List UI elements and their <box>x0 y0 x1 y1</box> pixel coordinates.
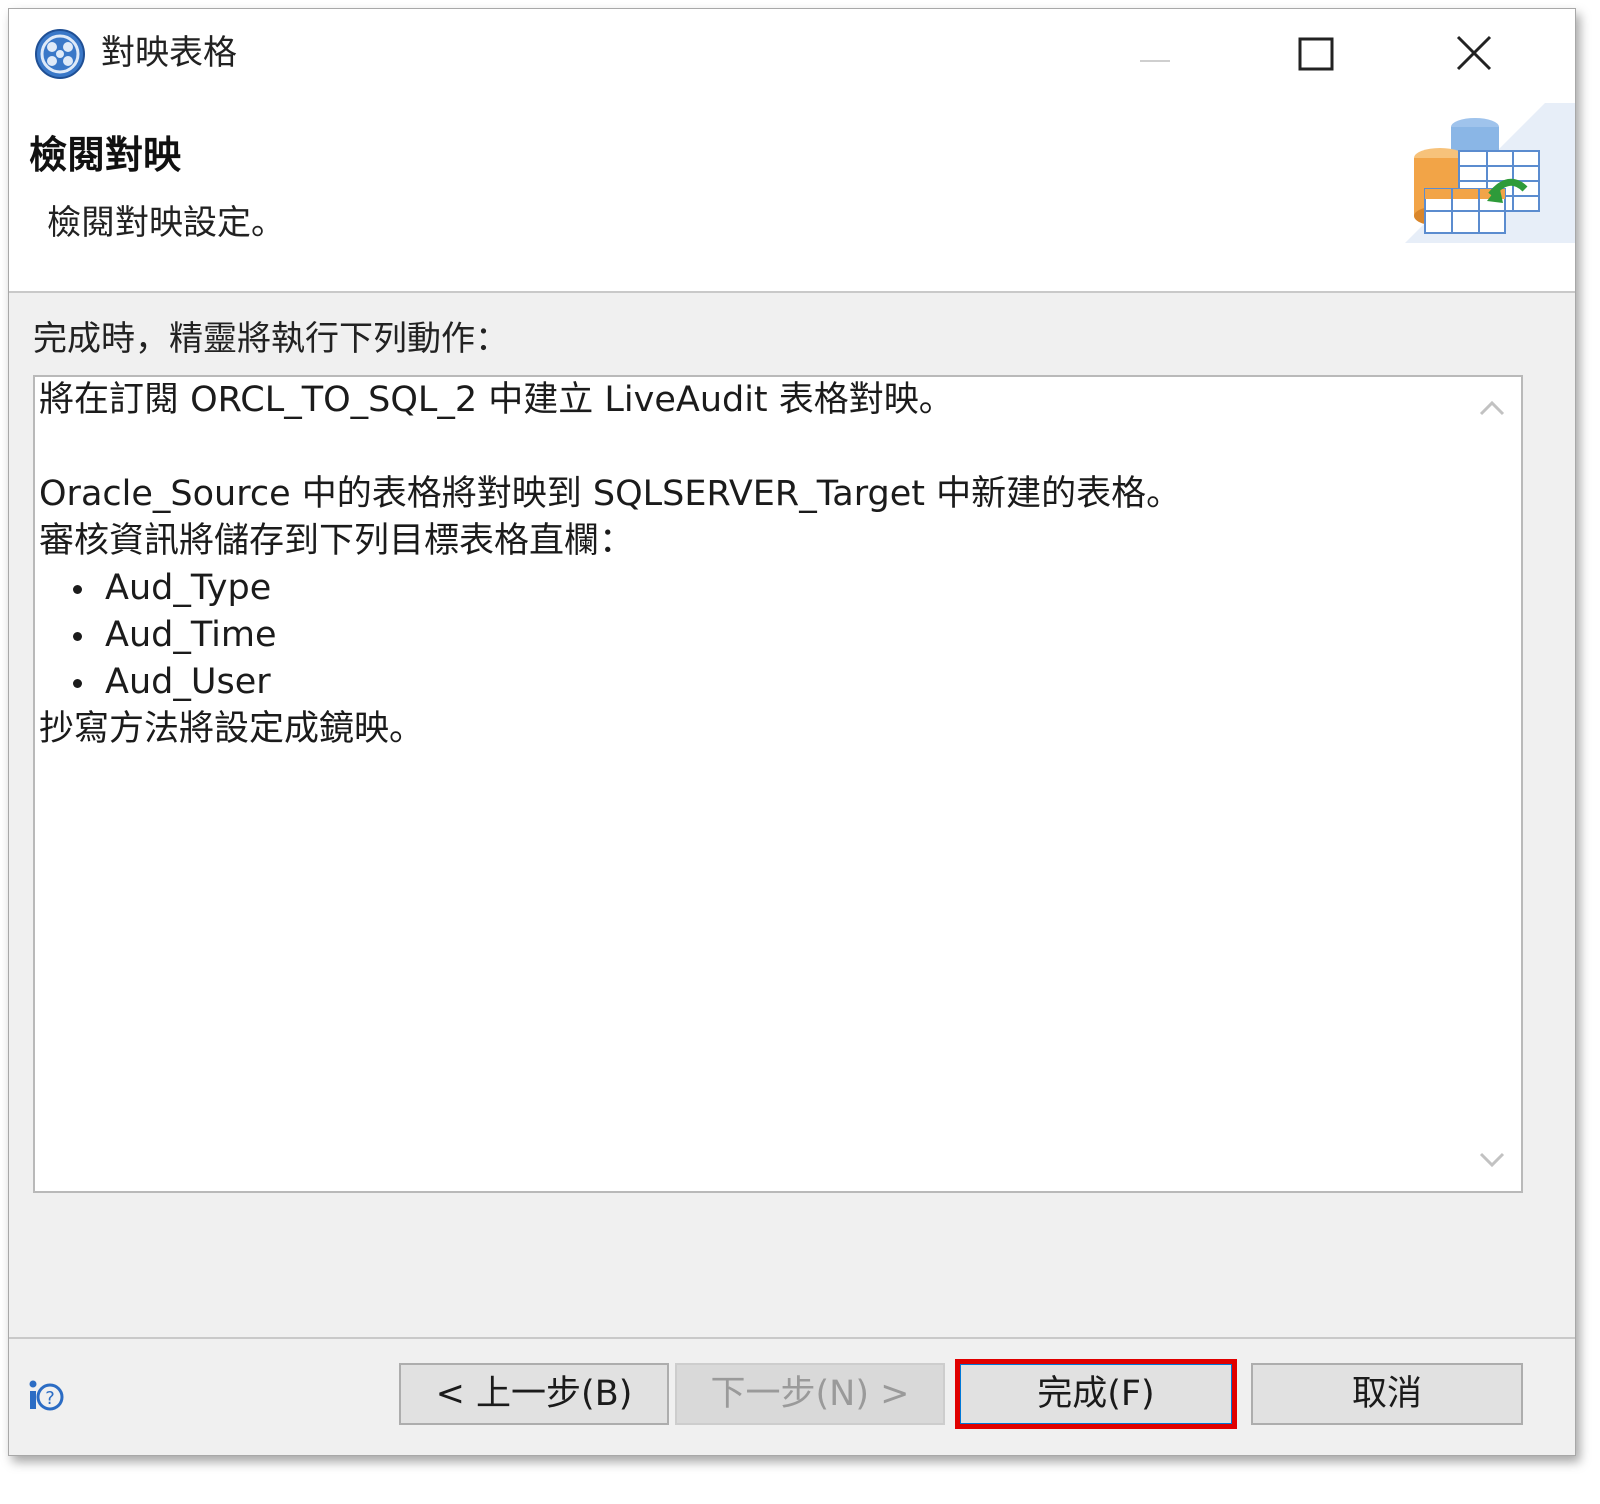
next-button[interactable]: 下一步(N) > <box>675 1363 945 1425</box>
cancel-button[interactable]: 取消 <box>1251 1363 1523 1425</box>
maximize-icon <box>1298 37 1334 71</box>
summary-content: 將在訂閱 ORCL_TO_SQL_2 中建立 LiveAudit 表格對映。 O… <box>39 377 1461 1191</box>
close-button[interactable] <box>1434 23 1514 83</box>
chevron-up-icon[interactable] <box>1477 393 1507 423</box>
summary-line-replication-method: 抄寫方法將設定成鏡映。 <box>39 709 425 749</box>
summary-line-mapping: Oracle_Source 中的表格將對映到 SQLSERVER_Target … <box>39 474 1182 514</box>
list-item: Aud_User <box>73 659 1461 706</box>
vertical-scrollbar[interactable] <box>1463 377 1521 1191</box>
summary-line-subscription: 將在訂閱 ORCL_TO_SQL_2 中建立 LiveAudit 表格對映。 <box>39 380 954 420</box>
audit-column-list: Aud_Type Aud_Time Aud_User <box>39 565 1461 706</box>
summary-text-area[interactable]: 將在訂閱 ORCL_TO_SQL_2 中建立 LiveAudit 表格對映。 O… <box>33 375 1523 1193</box>
page-description: 檢閱對映設定。 <box>47 203 285 243</box>
list-item: Aud_Type <box>73 565 1461 612</box>
actions-label: 完成時，精靈將執行下列動作： <box>33 319 509 359</box>
database-table-mapping-icon <box>1395 103 1575 243</box>
svg-text:?: ? <box>45 1388 55 1409</box>
finish-button[interactable]: 完成(F) <box>959 1363 1233 1425</box>
minimize-button[interactable] <box>1114 23 1194 83</box>
maximize-button[interactable] <box>1274 23 1354 83</box>
page-title: 檢閱對映 <box>29 133 182 177</box>
help-icon[interactable]: ? <box>25 1375 65 1415</box>
window-title: 對映表格 <box>101 33 237 73</box>
close-icon <box>1456 35 1492 71</box>
footer-divider <box>9 1337 1575 1339</box>
list-item: Aud_Time <box>73 612 1461 659</box>
minimize-icon <box>1140 60 1170 62</box>
back-button[interactable]: < 上一步(B) <box>399 1363 669 1425</box>
title-bar: 對映表格 <box>9 9 1575 97</box>
summary-line-audit-columns: 審核資訊將儲存到下列目標表格直欄： <box>39 521 635 561</box>
dialog-window: 對映表格 檢閱對映 檢閱對映設定。 完成時，精靈將執行下列動作： 將在訂閱 OR… <box>8 8 1576 1456</box>
wizard-header: 檢閱對映 檢閱對映設定。 <box>9 97 1575 293</box>
chevron-down-icon[interactable] <box>1477 1145 1507 1175</box>
app-globe-icon <box>33 27 87 81</box>
